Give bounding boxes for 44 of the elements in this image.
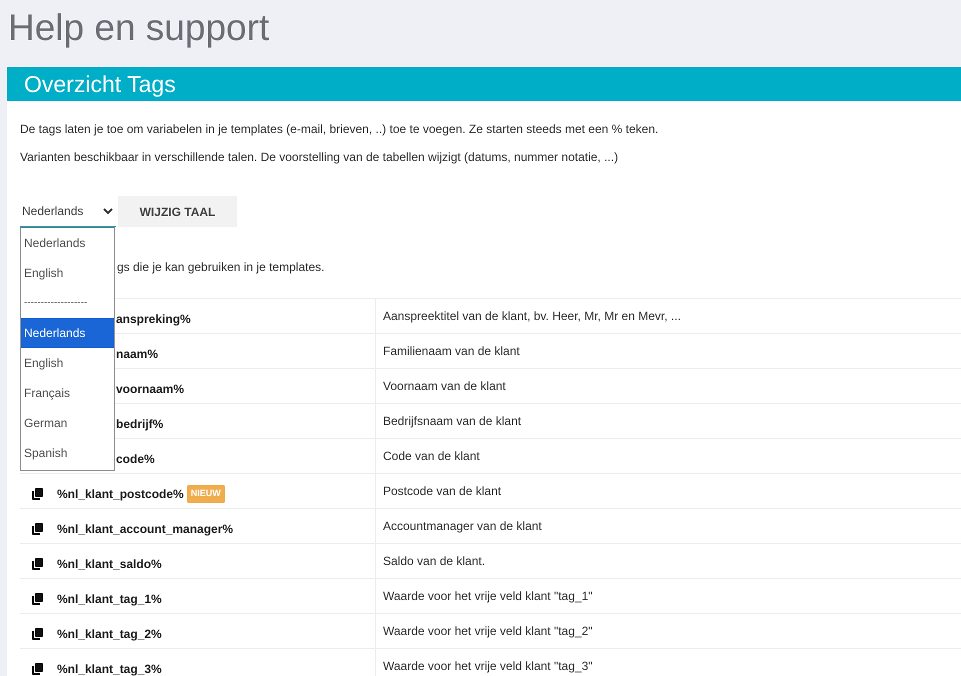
tag-name: %nl_klant_tag_1% bbox=[57, 591, 162, 608]
copy-icon[interactable] bbox=[32, 663, 43, 675]
dropdown-option[interactable]: English bbox=[21, 258, 114, 288]
dropdown-option[interactable]: German bbox=[21, 408, 114, 438]
page-title: Help en support bbox=[7, 6, 270, 50]
intro-text: De tags laten je toe om variabelen in je templates (e-mail, brieven, ..) toe te voegen. Ze starten steeds met een % teken. bbox=[20, 121, 660, 138]
dropdown-option[interactable]: Français bbox=[21, 378, 114, 408]
tag-description: Waarde voor het vrije veld klant "tag_2" bbox=[382, 623, 593, 640]
dropdown-option[interactable]: Spanish bbox=[21, 438, 114, 468]
tag-description: Code van de klant bbox=[382, 448, 480, 465]
tag-description: Bedrijfsnaam van de klant bbox=[382, 413, 522, 430]
tag-description: Saldo van de klant. bbox=[382, 553, 486, 570]
tag-name: naam% bbox=[116, 346, 158, 363]
tag-description: Voornaam van de klant bbox=[382, 378, 506, 395]
tag-name: %nl_klant_saldo% bbox=[57, 556, 162, 573]
dropdown-option[interactable]: Nederlands bbox=[21, 228, 114, 258]
change-language-button[interactable]: WIJZIG TAAL bbox=[118, 196, 237, 227]
tag-description: Familienaam van de klant bbox=[382, 343, 520, 360]
tag-name: voornaam% bbox=[116, 381, 184, 398]
intro-text: Varianten beschikbaar in verschillende talen. De voorstelling van de tabellen wijzigt (datums, nummer notatie, ...) bbox=[20, 149, 620, 166]
tag-name: %nl_klant_postcode% bbox=[57, 486, 184, 503]
card-header: Overzicht Tags bbox=[7, 67, 961, 101]
tag-name: %nl_klant_account_manager% bbox=[57, 521, 234, 538]
tag-name: bedrijf% bbox=[116, 416, 164, 433]
dropdown-option[interactable]: Nederlands bbox=[21, 318, 114, 348]
copy-icon[interactable] bbox=[32, 523, 43, 535]
tag-description: Waarde voor het vrije veld klant "tag_3" bbox=[382, 658, 593, 675]
list-intro-text: gs die je kan gebruiken in je templates. bbox=[117, 259, 324, 276]
copy-icon[interactable] bbox=[32, 488, 43, 500]
tag-description: Aanspreektitel van de klant, bv. Heer, Mr, Mr en Mevr, ... bbox=[382, 308, 681, 325]
tag-name: %nl_klant_tag_3% bbox=[57, 661, 162, 676]
copy-icon[interactable] bbox=[32, 628, 43, 640]
dropdown-option[interactable]: English bbox=[21, 348, 114, 378]
separator-text: ------------------- bbox=[23, 296, 88, 310]
new-badge: NIEUW bbox=[186, 485, 225, 503]
tag-name: code% bbox=[116, 451, 155, 468]
copy-icon[interactable] bbox=[32, 558, 43, 570]
copy-icon[interactable] bbox=[32, 593, 43, 605]
tag-description: Waarde voor het vrije veld klant "tag_1" bbox=[382, 588, 593, 605]
tag-name: %nl_klant_tag_2% bbox=[57, 626, 162, 643]
tag-description: Accountmanager van de klant bbox=[382, 518, 542, 535]
tag-name: anspreking% bbox=[116, 311, 191, 328]
tag-description: Postcode van de klant bbox=[382, 483, 502, 500]
chevron-down-icon bbox=[103, 208, 113, 214]
